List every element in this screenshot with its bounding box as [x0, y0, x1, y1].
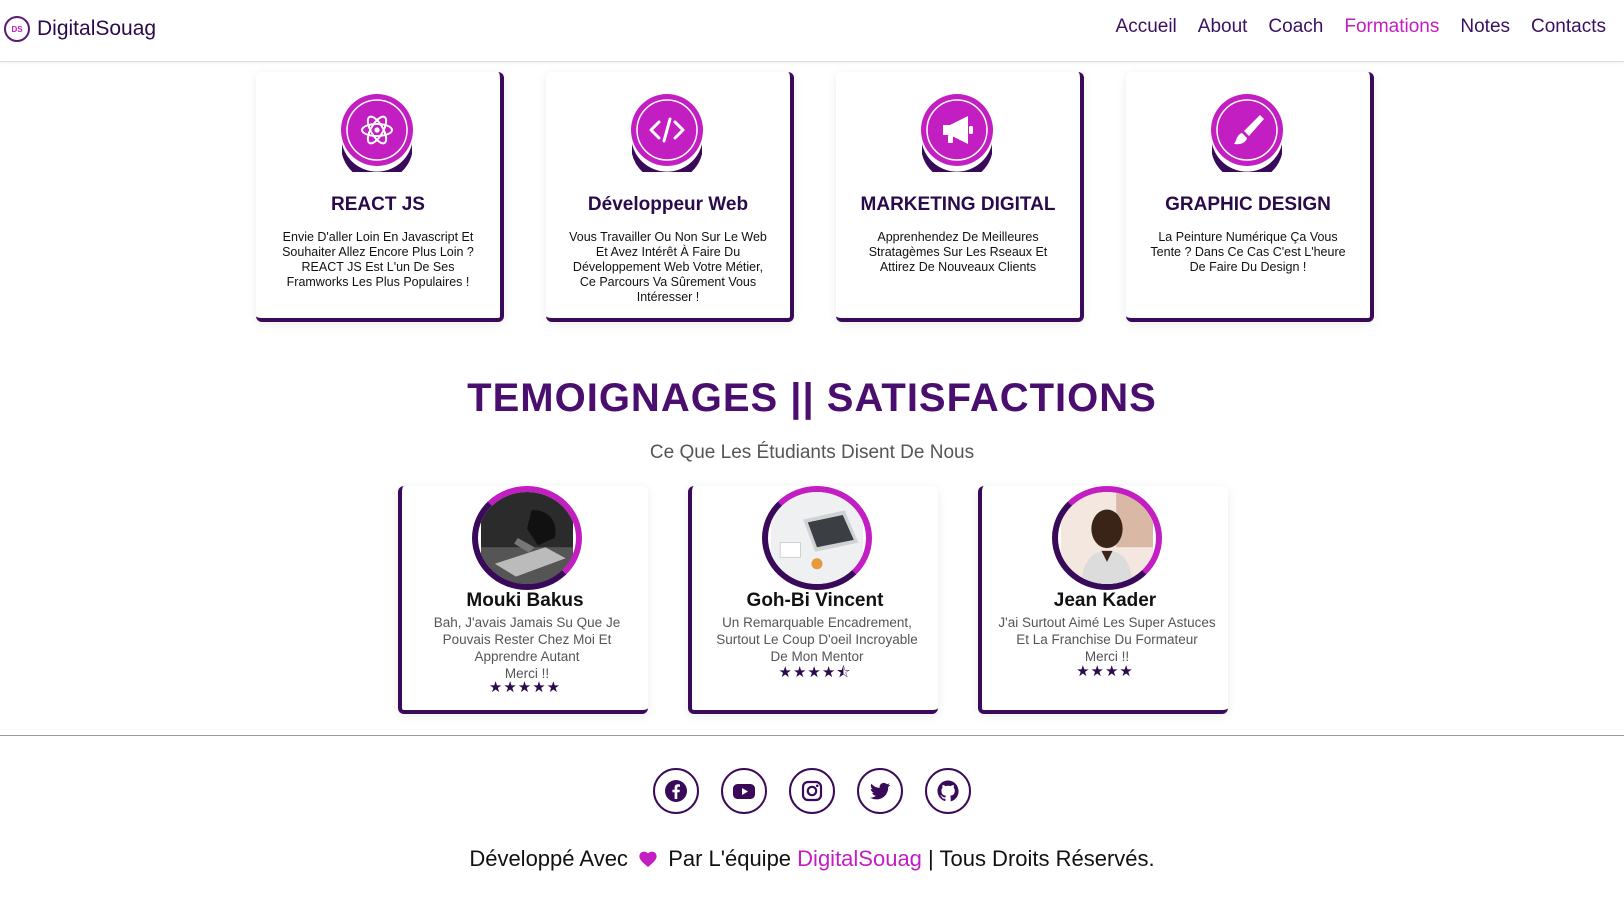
copyright-suffix: | Tous Droits Réservés.	[928, 846, 1155, 871]
footer-brand-link[interactable]: DigitalSouag	[797, 846, 922, 871]
instagram-link[interactable]	[789, 768, 835, 814]
github-link[interactable]	[925, 768, 971, 814]
person-photo-icon	[1061, 492, 1153, 584]
facebook-link[interactable]	[653, 768, 699, 814]
avatar	[762, 486, 872, 590]
brand-logo-icon: DS	[4, 16, 30, 42]
nav-item-notes[interactable]: Notes	[1460, 16, 1510, 38]
course-title: MARKETING DIGITAL	[860, 194, 1056, 215]
testimonial-text: Un Remarquable Encadrement, Surtout Le C…	[706, 614, 928, 665]
social-links	[653, 768, 971, 814]
testimonial-card: Jean Kader J'ai Surtout Aimé Les Super A…	[978, 486, 1228, 714]
github-icon	[937, 780, 959, 802]
course-card-web[interactable]: Développeur Web Vous Travailler Ou Non S…	[546, 72, 794, 322]
testimonials-subtitle: Ce Que Les Étudiants Disent De Nous	[649, 442, 975, 463]
nav-item-accueil[interactable]: Accueil	[1116, 16, 1177, 38]
testimonial-quote: J'ai Surtout Aimé Les Super Astuces Et L…	[998, 615, 1216, 647]
copyright-prefix: Développé Avec	[469, 846, 628, 871]
react-icon	[341, 94, 413, 172]
facebook-icon	[665, 780, 687, 802]
nav-item-about[interactable]: About	[1198, 16, 1248, 38]
twitter-icon	[870, 782, 891, 800]
copyright: Développé Avec Par L'équipe DigitalSouag…	[0, 846, 1624, 872]
nav-item-contacts[interactable]: Contacts	[1531, 16, 1606, 38]
course-card-marketing[interactable]: MARKETING DIGITAL Apprenhendez De Meille…	[836, 72, 1084, 322]
footer-divider	[0, 735, 1624, 736]
twitter-link[interactable]	[857, 768, 903, 814]
nav-item-formations[interactable]: Formations	[1344, 16, 1439, 38]
nav-item-coach[interactable]: Coach	[1268, 16, 1323, 38]
youtube-icon	[733, 784, 755, 799]
course-description: Vous Travailler Ou Non Sur Le Web Et Ave…	[569, 230, 767, 304]
course-title: GRAPHIC DESIGN	[1165, 194, 1331, 215]
course-card-react[interactable]: REACT JS Envie D'aller Loin En Javascrip…	[256, 72, 504, 322]
code-icon	[631, 94, 703, 172]
testimonial-name: Mouki Bakus	[466, 590, 584, 611]
laptop-photo-icon	[481, 492, 573, 584]
brand[interactable]: DS DigitalSouag	[4, 14, 156, 44]
brand-name: DigitalSouag	[37, 17, 157, 40]
instagram-icon	[801, 780, 823, 802]
course-description: Envie D'aller Loin En Javascript Et Souh…	[282, 230, 474, 289]
course-description: La Peinture Numérique Ça Vous Tente ? Da…	[1150, 230, 1346, 274]
testimonial-quote: Un Remarquable Encadrement, Surtout Le C…	[716, 615, 918, 664]
rating-stars-icon: ★★★★	[1076, 663, 1134, 680]
testimonials-title: TEMOIGNAGES || SATISFACTIONS	[467, 376, 1157, 420]
testimonial-name: Goh-Bi Vincent	[746, 590, 884, 611]
testimonial-text: Bah, J'avais Jamais Su Que Je Pouvais Re…	[416, 614, 638, 682]
avatar	[472, 486, 582, 590]
testimonial-name: Jean Kader	[1053, 590, 1157, 611]
course-description: Apprenhendez De Meilleures Stratagèmes S…	[868, 230, 1048, 274]
testimonial-card: Mouki Bakus Bah, J'avais Jamais Su Que J…	[398, 486, 648, 714]
rating-stars-icon: ★★★★⯪	[778, 664, 852, 681]
course-title: REACT JS	[331, 194, 425, 215]
heart-icon	[639, 851, 657, 868]
course-card-design[interactable]: GRAPHIC DESIGN La Peinture Numérique Ça …	[1126, 72, 1374, 322]
top-navbar: DS DigitalSouag Accueil About Coach Form…	[0, 0, 1624, 62]
megaphone-icon	[921, 94, 993, 172]
main-nav: Accueil About Coach Formations Notes Con…	[1116, 16, 1606, 38]
testimonial-text: J'ai Surtout Aimé Les Super Astuces Et L…	[996, 614, 1218, 665]
course-title: Développeur Web	[587, 194, 749, 215]
avatar	[1052, 486, 1162, 590]
youtube-link[interactable]	[721, 768, 767, 814]
testimonial-card: Goh-Bi Vincent Un Remarquable Encadremen…	[688, 486, 938, 714]
testimonial-quote: Bah, J'avais Jamais Su Que Je Pouvais Re…	[433, 615, 621, 664]
rating-stars-icon: ★★★★★	[488, 679, 562, 696]
paintbrush-icon	[1211, 94, 1283, 172]
copyright-middle: Par L'équipe	[668, 846, 792, 871]
desk-photo-icon	[771, 492, 863, 584]
